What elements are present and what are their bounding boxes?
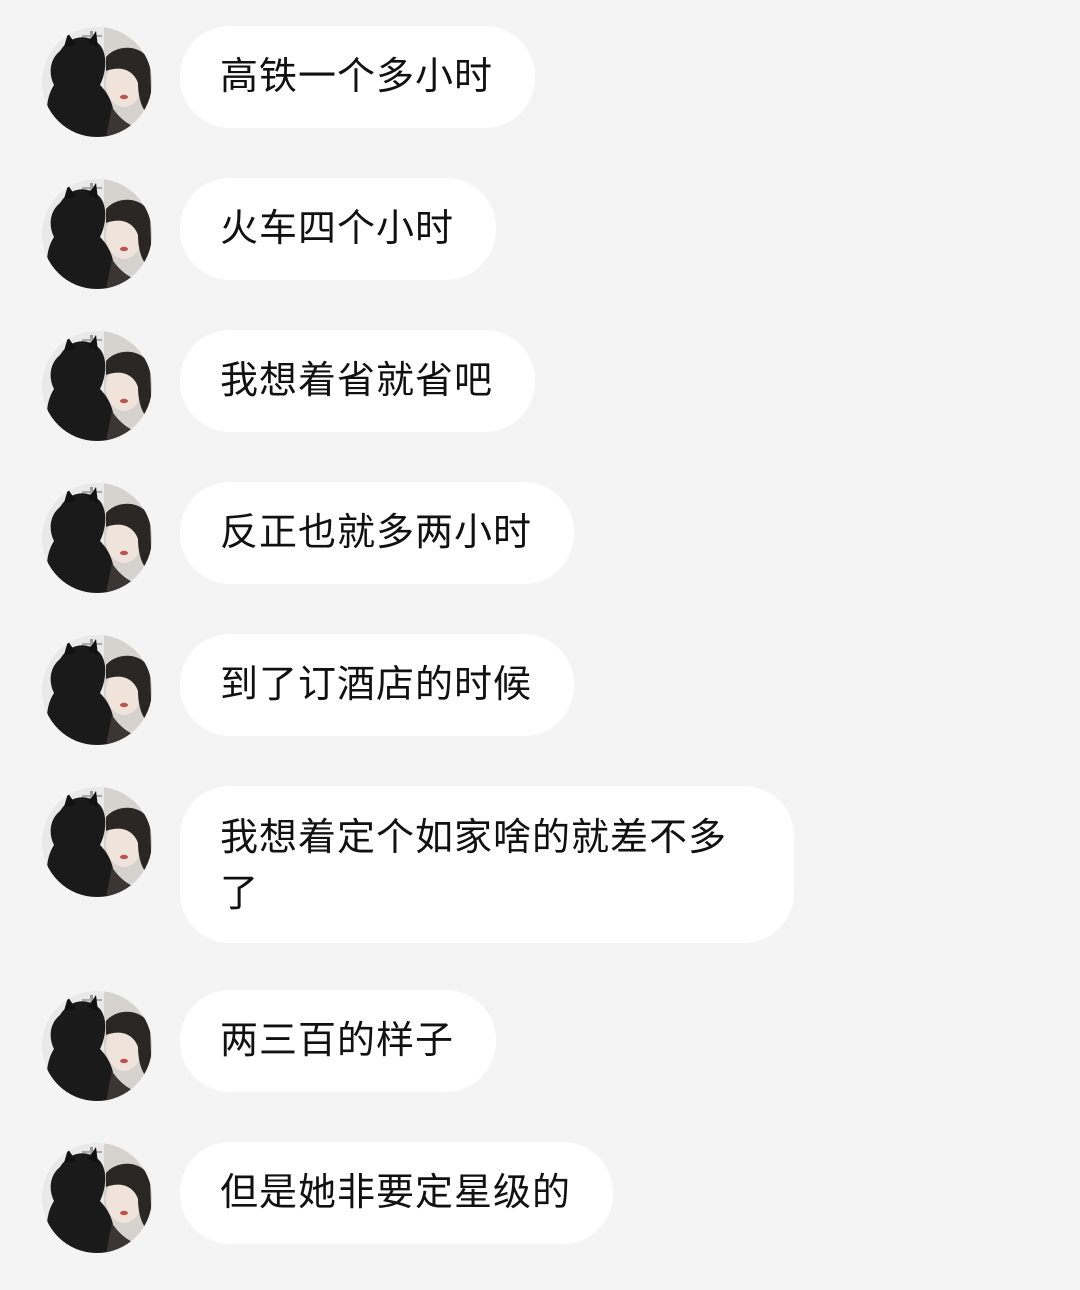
avatar-image bbox=[42, 1143, 152, 1253]
avatar[interactable] bbox=[42, 991, 152, 1101]
chat-message-list[interactable]: 高铁一个多小时 火车四个小时 我想着省就省吧 反正也就多两小时 到了订酒店的时候… bbox=[0, 0, 1080, 1290]
avatar[interactable] bbox=[42, 635, 152, 745]
message-bubble[interactable]: 高铁一个多小时 bbox=[180, 26, 536, 128]
avatar[interactable] bbox=[42, 27, 152, 137]
avatar-image bbox=[42, 27, 152, 137]
message-bubble[interactable]: 反正也就多两小时 bbox=[180, 482, 575, 584]
avatar-image bbox=[42, 991, 152, 1101]
message-bubble[interactable]: 火车四个小时 bbox=[180, 178, 497, 280]
avatar[interactable] bbox=[42, 483, 152, 593]
avatar-image bbox=[42, 635, 152, 745]
avatar[interactable] bbox=[42, 1143, 152, 1253]
message-bubble[interactable]: 两三百的样子 bbox=[180, 990, 497, 1092]
avatar-image bbox=[42, 331, 152, 441]
avatar[interactable] bbox=[42, 787, 152, 897]
message-bubble[interactable]: 但是她非要定星级的 bbox=[180, 1142, 614, 1244]
avatar-image bbox=[42, 179, 152, 289]
avatar[interactable] bbox=[42, 331, 152, 441]
message-bubble[interactable]: 到了订酒店的时候 bbox=[180, 634, 575, 736]
avatar-image bbox=[42, 787, 152, 897]
avatar[interactable] bbox=[42, 179, 152, 289]
message-bubble[interactable]: 我想着定个如家啥的就差不多了 bbox=[180, 786, 794, 943]
avatar-image bbox=[42, 483, 152, 593]
message-bubble[interactable]: 我想着省就省吧 bbox=[180, 330, 536, 432]
